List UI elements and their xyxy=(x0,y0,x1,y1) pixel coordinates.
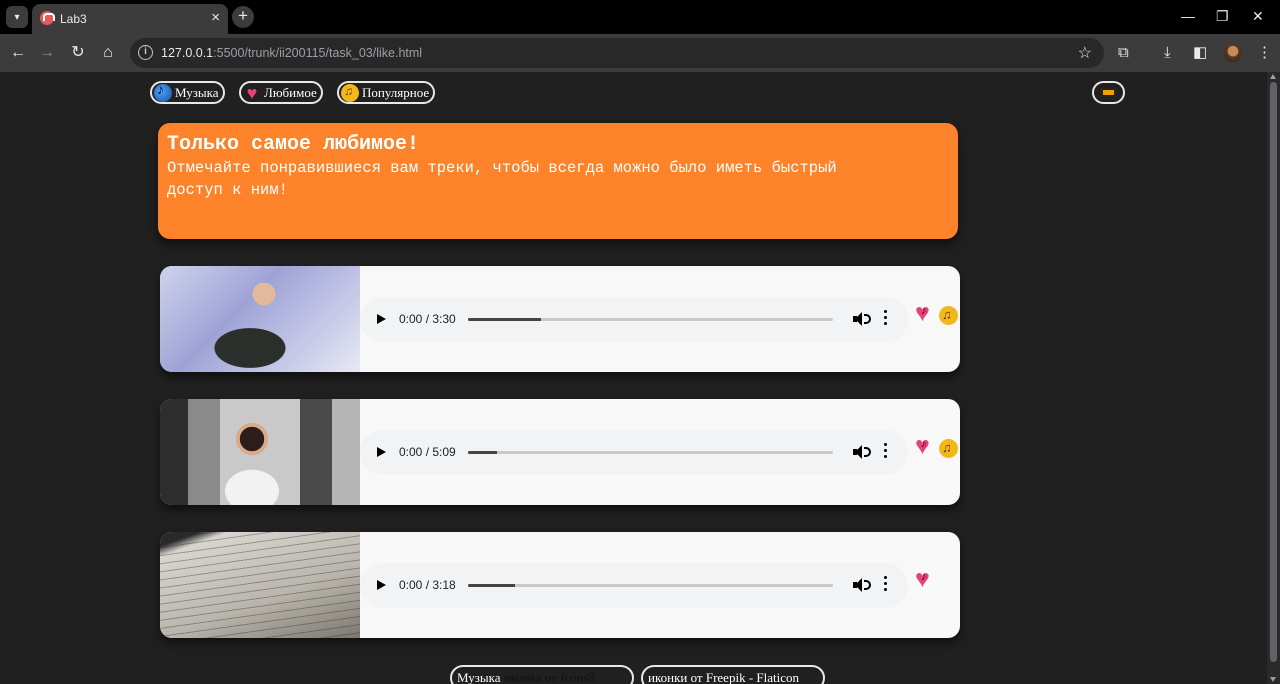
track-cover-image xyxy=(160,266,360,372)
seek-bar[interactable] xyxy=(468,584,833,587)
track-card: 0:00 / 5:09 xyxy=(160,399,960,505)
credit-music-text: Музыка xyxy=(457,670,501,684)
page-scrollbar[interactable] xyxy=(1267,72,1280,684)
popular-note-icon[interactable] xyxy=(939,306,958,325)
new-tab-button[interactable]: + xyxy=(232,6,254,28)
browser-tab-bar: ▾ Lab3 × + — ❐ ✕ xyxy=(0,0,1280,34)
address-bar[interactable]: i 127.0.0.1:5500/trunk/ii200115/task_03/… xyxy=(130,38,1104,68)
track-card: 0:00 / 3:30 xyxy=(160,266,960,372)
scroll-thumb[interactable] xyxy=(1270,82,1277,662)
play-icon[interactable] xyxy=(377,314,386,324)
banner-text: Отмечайте понравившиеся вам треки, чтобы… xyxy=(167,159,837,199)
tab-search-button[interactable]: ▾ xyxy=(6,6,28,28)
heart-icon xyxy=(243,84,261,102)
seek-bar-fill xyxy=(468,584,516,587)
nav-link-music-label: Музыка xyxy=(175,84,219,100)
time-display: 0:00 / 3:18 xyxy=(399,578,456,592)
volume-wave xyxy=(864,447,871,457)
track-cover-image xyxy=(160,532,360,638)
forward-icon[interactable]: → xyxy=(36,42,58,64)
seek-bar[interactable] xyxy=(468,318,833,321)
volume-wave xyxy=(864,580,871,590)
audio-player[interactable]: 0:00 / 3:18 xyxy=(360,563,908,608)
more-options-icon[interactable] xyxy=(884,576,888,594)
play-icon[interactable] xyxy=(377,447,386,457)
seek-bar-fill xyxy=(468,451,498,454)
scroll-up-icon[interactable] xyxy=(1270,74,1276,79)
nav-link-music[interactable]: Музыка xyxy=(150,81,225,104)
note-icon xyxy=(341,83,359,102)
back-icon[interactable]: ← xyxy=(7,42,29,64)
extensions-icon[interactable]: ⧉ xyxy=(1118,42,1129,64)
credit-link-icons8[interactable]: Музыка иконка от Icons8 xyxy=(450,665,634,684)
scroll-down-icon[interactable] xyxy=(1270,677,1276,682)
credit-link-flaticon[interactable]: иконки от Freepik - Flaticon xyxy=(641,665,825,684)
browser-menu-icon[interactable]: ⋮ xyxy=(1257,42,1272,64)
audio-player[interactable]: 0:00 / 3:30 xyxy=(360,297,908,342)
more-options-icon[interactable] xyxy=(884,443,888,461)
minimize-icon[interactable]: — xyxy=(1181,8,1195,24)
popular-note-icon[interactable] xyxy=(939,439,958,458)
credit-icons8-text: иконка от Icons8 xyxy=(500,670,595,684)
favicon-icon xyxy=(40,11,55,25)
time-display: 0:00 / 5:09 xyxy=(399,445,456,459)
favorites-banner: Только самое любимое! Отмечайте понравив… xyxy=(158,123,958,239)
like-heart-icon[interactable] xyxy=(915,433,936,459)
nav-link-favorites-label: Любимое xyxy=(264,84,317,100)
audio-player[interactable]: 0:00 / 5:09 xyxy=(360,430,908,475)
like-heart-icon[interactable] xyxy=(915,566,936,592)
music-note-icon xyxy=(154,83,172,102)
page-viewport: Музыка Любимое Популярное Только самое л… xyxy=(0,72,1267,684)
nav-link-popular[interactable]: Популярное xyxy=(337,81,436,104)
tab-title: Lab3 xyxy=(60,12,87,26)
volume-wave xyxy=(864,314,871,324)
track-card: 0:00 / 3:18 xyxy=(160,532,960,638)
time-display: 0:00 / 3:30 xyxy=(399,312,456,326)
reload-icon[interactable]: ↻ xyxy=(67,42,89,64)
browser-toolbar: ← → ↻ ⌂ i 127.0.0.1:5500/trunk/ii200115/… xyxy=(0,34,1280,72)
more-options-icon[interactable] xyxy=(884,310,888,328)
nav-link-popular-label: Популярное xyxy=(362,84,430,100)
home-icon[interactable]: ⌂ xyxy=(97,42,119,64)
bookmark-star-icon[interactable]: ☆ xyxy=(1078,43,1092,63)
play-icon[interactable] xyxy=(377,580,386,590)
seek-bar[interactable] xyxy=(468,451,833,454)
site-info-icon[interactable]: i xyxy=(138,45,153,60)
side-panel-icon[interactable]: ◧ xyxy=(1193,42,1207,64)
cassette-button[interactable] xyxy=(1092,81,1125,104)
restore-icon[interactable]: ❐ xyxy=(1216,8,1229,24)
track-cover-image xyxy=(160,399,360,505)
banner-title: Только самое любимое! xyxy=(167,133,420,156)
profile-avatar[interactable] xyxy=(1224,44,1242,62)
nav-link-favorites[interactable]: Любимое xyxy=(239,81,323,104)
seek-bar-fill xyxy=(468,318,541,321)
download-icon[interactable]: ⤓ xyxy=(1164,42,1171,64)
like-heart-icon[interactable] xyxy=(915,300,936,326)
browser-tab[interactable]: Lab3 × xyxy=(32,4,228,34)
url-text: 127.0.0.1:5500/trunk/ii200115/task_03/li… xyxy=(161,46,423,60)
tab-close-icon[interactable]: × xyxy=(211,10,220,26)
window-close-icon[interactable]: ✕ xyxy=(1252,8,1264,24)
